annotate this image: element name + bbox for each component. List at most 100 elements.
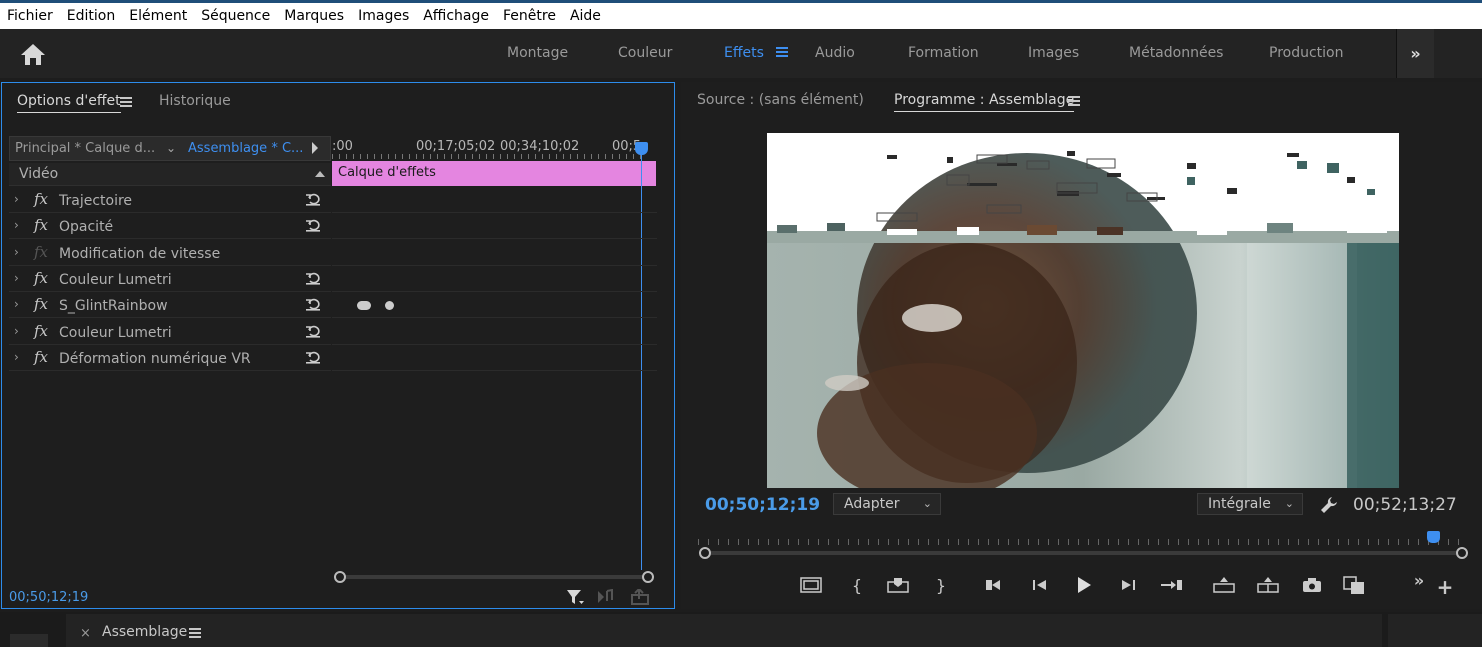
program-video-frame[interactable] — [767, 133, 1399, 488]
scroll-handle-right[interactable] — [642, 571, 654, 583]
export-icon[interactable] — [630, 589, 652, 605]
chevron-right-icon[interactable]: › — [14, 218, 19, 232]
fx-toggle-icon[interactable]: fx — [34, 322, 48, 340]
extract-icon[interactable] — [1255, 573, 1281, 597]
menu-item[interactable]: Edition — [67, 8, 115, 24]
effects-layer-clip[interactable]: Calque d'effets — [332, 161, 656, 186]
chevron-right-icon[interactable]: › — [14, 245, 19, 259]
workspace-tab[interactable]: Montage — [507, 45, 568, 61]
fx-toggle-icon[interactable]: fx — [34, 216, 48, 234]
step-forward-icon[interactable] — [1117, 573, 1139, 597]
quality-select[interactable]: Intégrale ⌄ — [1197, 493, 1303, 515]
mark-in-icon[interactable]: { — [849, 573, 865, 597]
reset-icon[interactable] — [305, 350, 321, 364]
workspace-tab[interactable]: Métadonnées — [1129, 45, 1223, 61]
tab-program[interactable]: Programme : Assemblage — [894, 92, 1075, 112]
tab-source[interactable]: Source : (sans élément) — [697, 92, 864, 108]
current-timecode[interactable]: 00;50;12;19 — [705, 495, 820, 515]
camera-icon[interactable] — [1301, 573, 1323, 597]
source-clip-label[interactable]: Principal * Calque d... — [15, 141, 155, 156]
effect-row[interactable]: › fx Modification de vitesse — [9, 240, 331, 266]
effect-timeline-row[interactable] — [332, 345, 657, 371]
video-section-header[interactable]: Vidéo — [9, 163, 331, 186]
panel-menu-icon[interactable] — [189, 628, 201, 638]
reset-icon[interactable] — [305, 271, 321, 285]
menu-item[interactable]: Elément — [129, 8, 187, 24]
more-workspaces-icon[interactable]: » — [1396, 29, 1434, 78]
effect-row[interactable]: › fx Couleur Lumetri — [9, 319, 331, 345]
chevron-right-icon[interactable]: › — [14, 297, 19, 311]
wrench-icon[interactable] — [1319, 495, 1339, 515]
go-to-out-icon[interactable] — [1157, 573, 1185, 597]
workspace-tab[interactable]: Couleur — [618, 45, 672, 61]
mark-out-icon[interactable]: } — [933, 573, 949, 597]
menu-item[interactable]: Fichier — [7, 8, 53, 24]
add-button-icon[interactable]: + — [1437, 575, 1454, 599]
monitor-in-handle[interactable] — [699, 547, 711, 559]
add-marker-icon[interactable] — [885, 573, 911, 597]
menu-item[interactable]: Images — [358, 8, 409, 24]
menu-item[interactable]: Aide — [570, 8, 601, 24]
panel-menu-icon[interactable] — [1068, 96, 1080, 106]
zoom-select[interactable]: Adapter ⌄ — [833, 493, 941, 515]
chevron-right-icon[interactable]: › — [14, 192, 19, 206]
reset-icon[interactable] — [305, 324, 321, 338]
effect-row[interactable]: › fx S_GlintRainbow — [9, 292, 331, 319]
reset-icon[interactable] — [305, 218, 321, 232]
tools-panel-tab[interactable] — [10, 634, 48, 647]
effect-row[interactable]: › fx Trajectoire — [9, 187, 331, 213]
panel-menu-icon[interactable] — [120, 97, 132, 107]
workspace-tab[interactable]: Formation — [908, 45, 979, 61]
chevron-right-icon[interactable]: › — [14, 271, 19, 285]
workspace-tab[interactable]: Production — [1269, 45, 1343, 61]
menu-item[interactable]: Fenêtre — [503, 8, 556, 24]
toggle-timeline-icon[interactable] — [312, 142, 318, 154]
tab-history[interactable]: Historique — [159, 93, 231, 109]
effect-timeline-row[interactable] — [332, 187, 657, 213]
go-to-in-icon[interactable] — [981, 573, 1007, 597]
effect-row[interactable]: › fx Opacité — [9, 213, 331, 240]
workspace-tab[interactable]: Images — [1028, 45, 1079, 61]
effect-row[interactable]: › fx Couleur Lumetri — [9, 266, 331, 292]
effect-timecode[interactable]: 00;50;12;19 — [9, 590, 88, 605]
fx-toggle-icon[interactable]: fx — [34, 190, 48, 208]
home-icon[interactable] — [18, 41, 48, 67]
effect-timeline-row[interactable] — [332, 213, 657, 240]
monitor-scrollbar[interactable] — [705, 551, 1463, 555]
timeline-scrollbar[interactable] — [334, 571, 654, 583]
sequence-clip-label[interactable]: Assemblage * C... — [188, 141, 303, 156]
effect-timeline-row[interactable] — [332, 292, 657, 319]
play-audio-icon[interactable] — [596, 589, 616, 605]
more-controls-icon[interactable]: » — [1411, 568, 1427, 592]
effect-timeline-row[interactable] — [332, 319, 657, 345]
workspace-tab[interactable]: Effets — [724, 45, 764, 61]
fx-toggle-icon[interactable]: fx — [34, 269, 48, 287]
effect-row[interactable]: › fx Déformation numérique VR — [9, 345, 331, 371]
monitor-out-handle[interactable] — [1456, 547, 1468, 559]
lift-icon[interactable] — [1211, 573, 1237, 597]
play-icon[interactable] — [1073, 573, 1095, 597]
collapse-icon[interactable] — [315, 171, 325, 177]
menu-item[interactable]: Séquence — [201, 8, 270, 24]
scroll-handle-left[interactable] — [334, 571, 346, 583]
reset-icon[interactable] — [305, 192, 321, 206]
fx-toggle-icon[interactable]: fx — [34, 243, 48, 261]
tab-sequence[interactable]: Assemblage — [102, 624, 187, 640]
compare-view-icon[interactable] — [1341, 573, 1367, 597]
safe-margins-icon[interactable] — [799, 573, 823, 597]
reset-icon[interactable] — [305, 297, 321, 311]
close-icon[interactable]: × — [80, 626, 91, 641]
step-back-icon[interactable] — [1029, 573, 1051, 597]
monitor-time-ruler[interactable] — [698, 531, 1462, 545]
workspace-tab[interactable]: Audio — [815, 45, 855, 61]
chevron-down-icon[interactable]: ⌄ — [166, 141, 176, 155]
effect-timeline-row[interactable] — [332, 240, 657, 266]
menu-item[interactable]: Marques — [284, 8, 344, 24]
time-ruler[interactable]: :00 00;17;05;02 00;34;10;02 00;51;1 — [332, 136, 657, 161]
monitor-playhead[interactable] — [1426, 531, 1440, 543]
chevron-right-icon[interactable]: › — [14, 350, 19, 364]
effect-timeline-row[interactable] — [332, 266, 657, 292]
menu-item[interactable]: Affichage — [423, 8, 489, 24]
workspace-menu-icon[interactable] — [776, 47, 788, 57]
tab-effect-options[interactable]: Options d'effet — [17, 93, 121, 113]
